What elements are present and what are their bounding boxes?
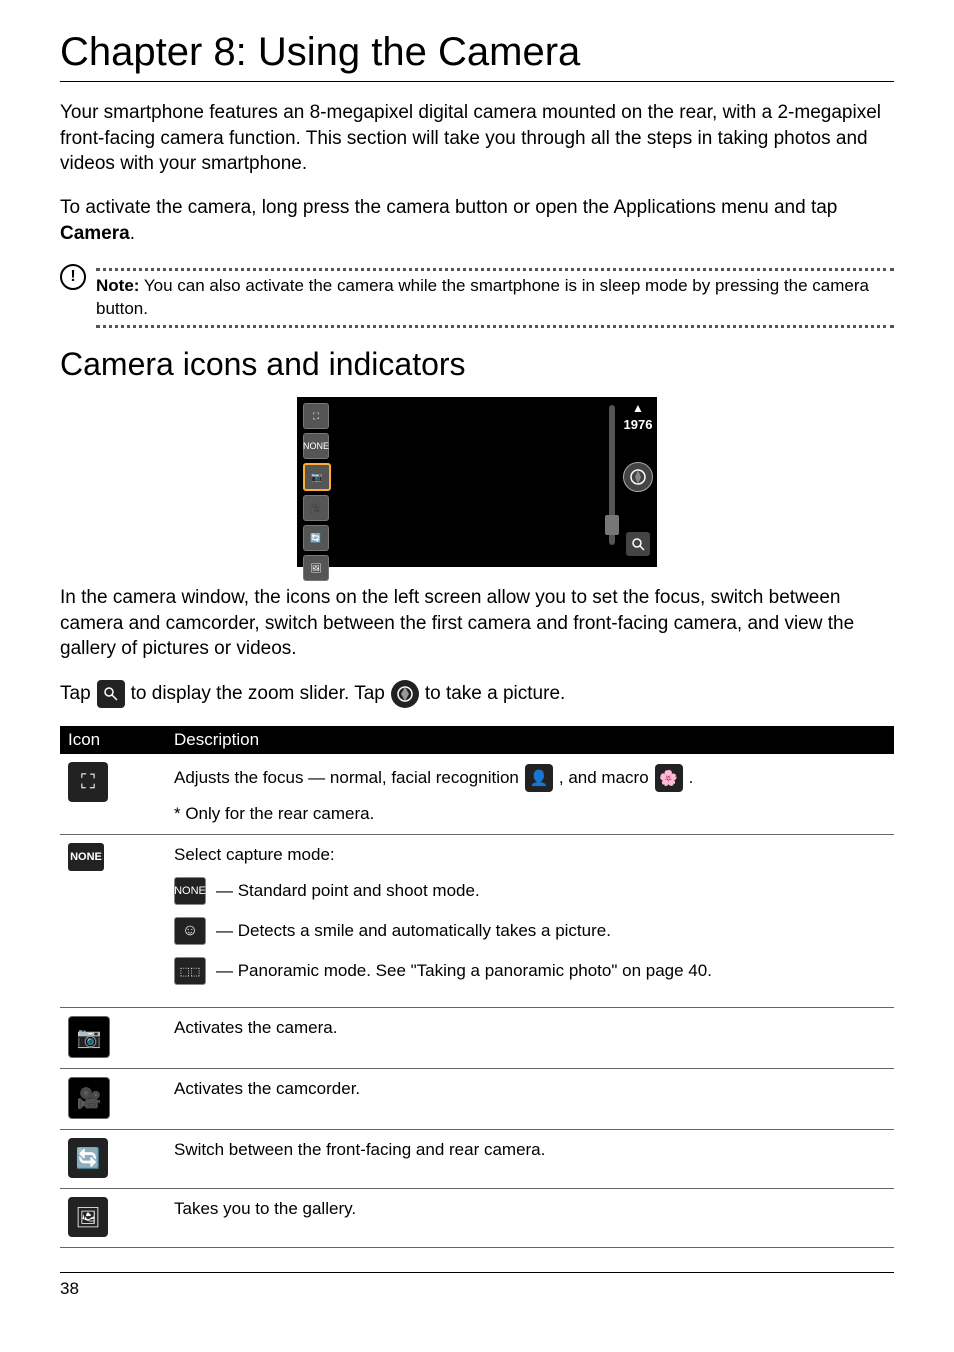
- focus-row-icon: ⛶: [68, 762, 108, 802]
- warning-icon: !: [60, 264, 86, 290]
- mode-none-text: — Standard point and shoot mode.: [216, 881, 480, 901]
- camera-mode-icon[interactable]: 📷: [303, 463, 331, 491]
- note-bottom-divider: [96, 325, 894, 328]
- camcorder-mode-icon[interactable]: 🎥: [303, 495, 329, 521]
- focus-desc-2: , and macro: [559, 768, 649, 788]
- table-header-description: Description: [166, 726, 894, 754]
- focus-desc-3: .: [689, 768, 694, 788]
- shutter-icon: [629, 468, 647, 486]
- switch-camera-icon[interactable]: 🔄: [303, 525, 329, 551]
- focus-only-rear: * Only for the rear camera.: [174, 804, 886, 824]
- zoom-slider[interactable]: [609, 405, 615, 545]
- table-row: 🎥 Activates the camcorder.: [60, 1069, 894, 1130]
- icon-description-table: Icon Description ⛶ Adjusts the focus — n…: [60, 726, 894, 1248]
- intro-p2-bold: Camera: [60, 223, 130, 244]
- photos-remaining: 1976: [624, 417, 653, 432]
- tap-text-3: to take a picture.: [425, 683, 565, 705]
- note-text: You can also activate the camera while t…: [96, 276, 869, 318]
- macro-icon: 🌸: [655, 764, 683, 792]
- camera-left-column: ⛶ NONE 📷 🎥 🔄 🖼: [303, 403, 331, 585]
- tap-text-2: to display the zoom slider. Tap: [131, 683, 385, 705]
- zoom-indicator-icon: ▲: [632, 401, 644, 415]
- camera-row-text: Activates the camera.: [166, 1008, 894, 1069]
- gallery-row-icon: 🖼: [68, 1197, 108, 1237]
- capture-heading: Select capture mode:: [174, 845, 886, 865]
- focus-mode-icon[interactable]: ⛶: [303, 403, 329, 429]
- mode-panorama-icon: ⬚⬚: [174, 957, 206, 985]
- mode-panorama-text: — Panoramic mode. See "Taking a panorami…: [216, 961, 712, 981]
- table-row: 📷 Activates the camera.: [60, 1008, 894, 1069]
- magnifier-icon: [631, 537, 645, 551]
- zoom-button[interactable]: [626, 532, 650, 556]
- table-row: 🖼 Takes you to the gallery.: [60, 1189, 894, 1248]
- focus-desc-1: Adjusts the focus — normal, facial recog…: [174, 768, 519, 788]
- table-row: ⛶ Adjusts the focus — normal, facial rec…: [60, 754, 894, 835]
- gallery-icon[interactable]: 🖼: [303, 555, 329, 581]
- shutter-button[interactable]: [623, 462, 653, 492]
- gallery-row-text: Takes you to the gallery.: [166, 1189, 894, 1248]
- switch-camera-row-icon: 🔄: [68, 1138, 108, 1178]
- note-top-divider: [96, 268, 894, 271]
- facial-recognition-icon: 👤: [525, 764, 553, 792]
- note-block: ! Note: You can also activate the camera…: [60, 264, 894, 332]
- mode-none-icon: NONE: [174, 877, 206, 905]
- intro-paragraph-1: Your smartphone features an 8-megapixel …: [60, 100, 894, 177]
- intro-paragraph-2: To activate the camera, long press the c…: [60, 195, 894, 246]
- mode-smile-text: — Detects a smile and automatically take…: [216, 921, 611, 941]
- intro-p2-post: .: [130, 223, 135, 244]
- switch-camera-row-text: Switch between the front-facing and rear…: [166, 1130, 894, 1189]
- table-header-icon: Icon: [60, 726, 166, 754]
- shutter-inline-icon: [391, 680, 419, 708]
- chapter-title: Chapter 8: Using the Camera: [60, 30, 894, 82]
- zoom-magnifier-icon: [97, 680, 125, 708]
- intro-p2-pre: To activate the camera, long press the c…: [60, 197, 837, 218]
- capture-mode-none-icon[interactable]: NONE: [303, 433, 329, 459]
- camcorder-row-text: Activates the camcorder.: [166, 1069, 894, 1130]
- mode-smile-icon: ☺: [174, 917, 206, 945]
- table-row: 🔄 Switch between the front-facing and re…: [60, 1130, 894, 1189]
- camera-preview: ⛶ NONE 📷 🎥 🔄 🖼 ▲ 1976: [297, 397, 657, 567]
- camcorder-row-icon: 🎥: [68, 1077, 110, 1119]
- note-label: Note:: [96, 276, 139, 295]
- tap-text-1: Tap: [60, 683, 91, 705]
- camera-row-icon: 📷: [68, 1016, 110, 1058]
- page-number: 38: [60, 1272, 894, 1299]
- section-title: Camera icons and indicators: [60, 346, 894, 383]
- table-row: NONE Select capture mode: NONE — Standar…: [60, 835, 894, 1008]
- capture-none-row-icon: NONE: [68, 843, 104, 871]
- after-preview-paragraph: In the camera window, the icons on the l…: [60, 585, 894, 662]
- tap-instruction-line: Tap to display the zoom slider. Tap to t…: [60, 680, 894, 708]
